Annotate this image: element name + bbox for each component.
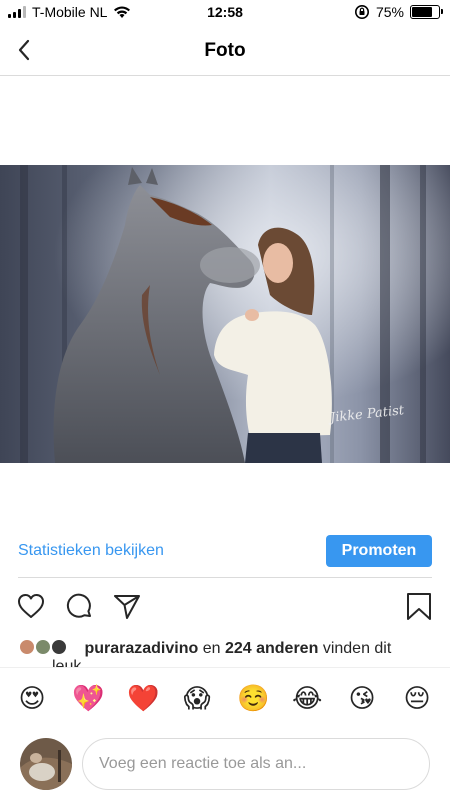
nav-bar: Foto <box>0 26 450 76</box>
emoji-screaming[interactable]: 😱 <box>182 684 212 714</box>
avatar <box>50 638 68 656</box>
battery-fill <box>412 7 432 17</box>
emoji-red-heart[interactable]: ❤️ <box>127 684 159 714</box>
orientation-lock-icon <box>354 5 369 19</box>
emoji-tears-of-joy[interactable]: 😂 <box>292 684 322 714</box>
emoji-sparkling-heart[interactable]: 💖 <box>72 684 104 714</box>
heart-icon[interactable] <box>16 591 46 621</box>
comment-input[interactable]: Voeg een reactie toe als an... <box>82 738 430 790</box>
comment-placeholder: Voeg een reactie toe als an... <box>99 755 307 772</box>
likes-suffix-continued: leuk <box>52 658 82 667</box>
avatar <box>20 738 72 790</box>
likes-joiner: en <box>202 640 221 657</box>
liker-avatars[interactable] <box>18 638 76 656</box>
share-icon[interactable] <box>112 591 142 621</box>
status-bar: T-Mobile NL 12:58 75% <box>0 0 450 26</box>
promote-button[interactable]: Promoten <box>326 535 432 567</box>
comment-icon[interactable] <box>64 591 94 621</box>
status-right: 75% <box>354 4 443 20</box>
bookmark-icon[interactable] <box>404 591 434 621</box>
emoji-quick-reactions: 😍 💖 ❤️ 😱 ☺️ 😂 😘 😔 <box>0 667 450 733</box>
emoji-pensive[interactable]: 😔 <box>402 684 432 714</box>
post-photo[interactable]: Jikke Patist <box>0 165 450 463</box>
battery-percent: 75% <box>375 4 404 20</box>
emoji-smiling[interactable]: ☺️ <box>237 684 269 714</box>
likes-count-link[interactable]: 224 anderen <box>225 640 318 657</box>
page-title: Foto <box>204 40 246 61</box>
profile-picture <box>20 738 72 790</box>
emoji-heart-eyes[interactable]: 😍 <box>17 684 47 714</box>
battery-icon <box>410 5 443 19</box>
divider <box>18 577 432 578</box>
emoji-kiss[interactable]: 😘 <box>347 684 377 714</box>
likes-suffix: vinden dit <box>322 640 392 657</box>
liker-username[interactable]: purarazadivino <box>84 640 198 657</box>
view-insights-link[interactable]: Statistieken bekijken <box>18 542 164 560</box>
